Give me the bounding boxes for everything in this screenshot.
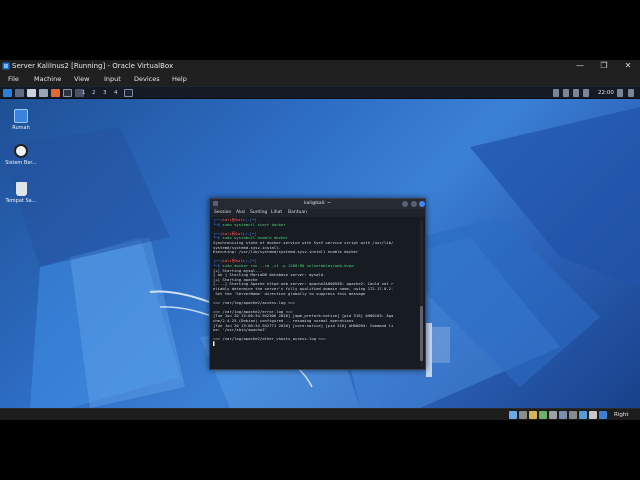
host-key-label: Right Ctrl — [614, 412, 629, 418]
battery-icon[interactable] — [583, 89, 589, 97]
terminal-menu-bantuan[interactable]: Bantuan — [288, 209, 307, 217]
terminal-menu-lihat[interactable]: Lihat — [271, 209, 282, 217]
menu-devices[interactable]: Devices — [134, 72, 160, 86]
text-editor-icon[interactable] — [39, 89, 48, 97]
optical-drive-icon[interactable] — [519, 411, 527, 419]
workspace-3[interactable]: 3 — [103, 88, 107, 98]
workspace-4[interactable]: 4 — [114, 88, 118, 98]
terminal-app-icon — [213, 201, 218, 206]
terminal-text: ==> /var/log/apache2/other_vhosts_access… — [213, 336, 326, 342]
desktop-icon-label: Sistem Ber... — [5, 160, 37, 166]
recording-icon[interactable] — [579, 411, 587, 419]
terminal-menu-sunting[interactable]: Sunting — [250, 209, 267, 217]
close-button[interactable]: ✕ — [618, 60, 638, 72]
menu-input[interactable]: Input — [104, 72, 121, 86]
notification-icon[interactable] — [563, 89, 569, 97]
terminal-titlebar[interactable]: kali@kali: ~ — [210, 199, 425, 209]
menu-help[interactable]: Help — [172, 72, 187, 86]
terminal-menu-aksi[interactable]: Aksi — [236, 209, 245, 217]
terminal-text: sudo systemctl start docker — [222, 221, 286, 227]
window-titlebar: Server KaliInus2 [Running] - Oracle Virt… — [0, 60, 640, 72]
menu-file[interactable]: File — [8, 72, 19, 86]
network-icon[interactable] — [553, 89, 559, 97]
home-folder-icon — [14, 109, 28, 123]
terminal-text: Executing: /usr/lib/systemd/systemd-sysv… — [213, 249, 359, 255]
lock-icon[interactable] — [617, 89, 623, 97]
kali-menu-icon[interactable] — [3, 89, 12, 97]
desktop-icon-trash[interactable]: Tempat Sa... — [1, 182, 41, 204]
taskbar-terminal-icon[interactable] — [124, 89, 133, 97]
trash-icon — [15, 182, 27, 196]
terminal-scrollbar-thumb[interactable] — [420, 306, 423, 361]
terminal-menu-session[interactable]: Session — [214, 209, 231, 217]
volume-icon[interactable] — [573, 89, 579, 97]
display-icon[interactable] — [569, 411, 577, 419]
desktop-icon-filesystem[interactable]: Sistem Ber... — [1, 144, 41, 166]
terminal-title: kali@kali: ~ — [304, 201, 331, 206]
virtualbox-window: Server KaliInus2 [Running] - Oracle Virt… — [0, 60, 640, 420]
vbox-statusbar: Right Ctrl — [0, 408, 640, 420]
panel-clock[interactable]: 22:00 — [598, 87, 614, 99]
terminal-minimize-button[interactable] — [402, 201, 408, 207]
workspace-1[interactable]: 1 — [82, 88, 86, 98]
filesystem-icon — [14, 144, 28, 158]
virtualbox-icon — [2, 62, 10, 70]
show-desktop-icon[interactable] — [15, 89, 24, 97]
power-icon[interactable] — [628, 89, 634, 97]
terminal-line: ▋ — [213, 341, 418, 347]
terminal-output[interactable]: ┌──(kali㉿kali)-[~] └─$ sudo systemctl sta… — [213, 218, 418, 368]
firefox-icon[interactable] — [51, 89, 60, 97]
window-title: Server KaliInus2 [Running] - Oracle Virt… — [12, 62, 174, 70]
terminal-text: ne: '/usr/sbin/apache2' — [213, 327, 267, 333]
terminal-close-button[interactable] — [419, 201, 425, 207]
guest-display[interactable]: 1 2 3 4 22:00 Rumah Sistem Ber... Tempat… — [0, 87, 640, 408]
desktop-icon-label: Rumah — [12, 125, 30, 131]
menu-machine[interactable]: Machine — [34, 72, 61, 86]
usb-icon[interactable] — [549, 411, 557, 419]
menubar: File Machine View Input Devices Help — [0, 72, 640, 86]
network-adapter-icon[interactable] — [539, 411, 547, 419]
menu-view[interactable]: View — [74, 72, 89, 86]
shared-folders-icon[interactable] — [559, 411, 567, 419]
hard-disk-icon[interactable] — [509, 411, 517, 419]
terminal-launcher-icon[interactable] — [63, 89, 72, 97]
cpu-icon[interactable] — [589, 411, 597, 419]
desktop-icon-home[interactable]: Rumah — [1, 109, 41, 131]
terminal-text: Set the 'ServerName' directive globally … — [213, 290, 366, 296]
terminal-text: └─$ — [213, 221, 223, 227]
terminal-window[interactable]: kali@kali: ~ Session Aksi Sunting Lihat … — [209, 198, 426, 370]
audio-icon[interactable] — [529, 411, 537, 419]
mouse-integration-icon[interactable] — [599, 411, 607, 419]
desktop-icon-label: Tempat Sa... — [5, 198, 37, 204]
terminal-maximize-button[interactable] — [411, 201, 417, 207]
terminal-text: ▋ — [213, 341, 216, 347]
file-manager-icon[interactable] — [27, 89, 36, 97]
workspace-2[interactable]: 2 — [92, 88, 96, 98]
terminal-text: ==> /var/log/apache2/access.log <== — [213, 299, 295, 305]
terminal-scrollbar[interactable] — [420, 221, 423, 366]
minimize-button[interactable]: — — [570, 60, 590, 72]
restore-button[interactable]: ❐ — [594, 60, 614, 72]
terminal-menubar: Session Aksi Sunting Lihat Bantuan — [210, 209, 425, 217]
kali-top-panel: 1 2 3 4 22:00 — [0, 87, 640, 99]
